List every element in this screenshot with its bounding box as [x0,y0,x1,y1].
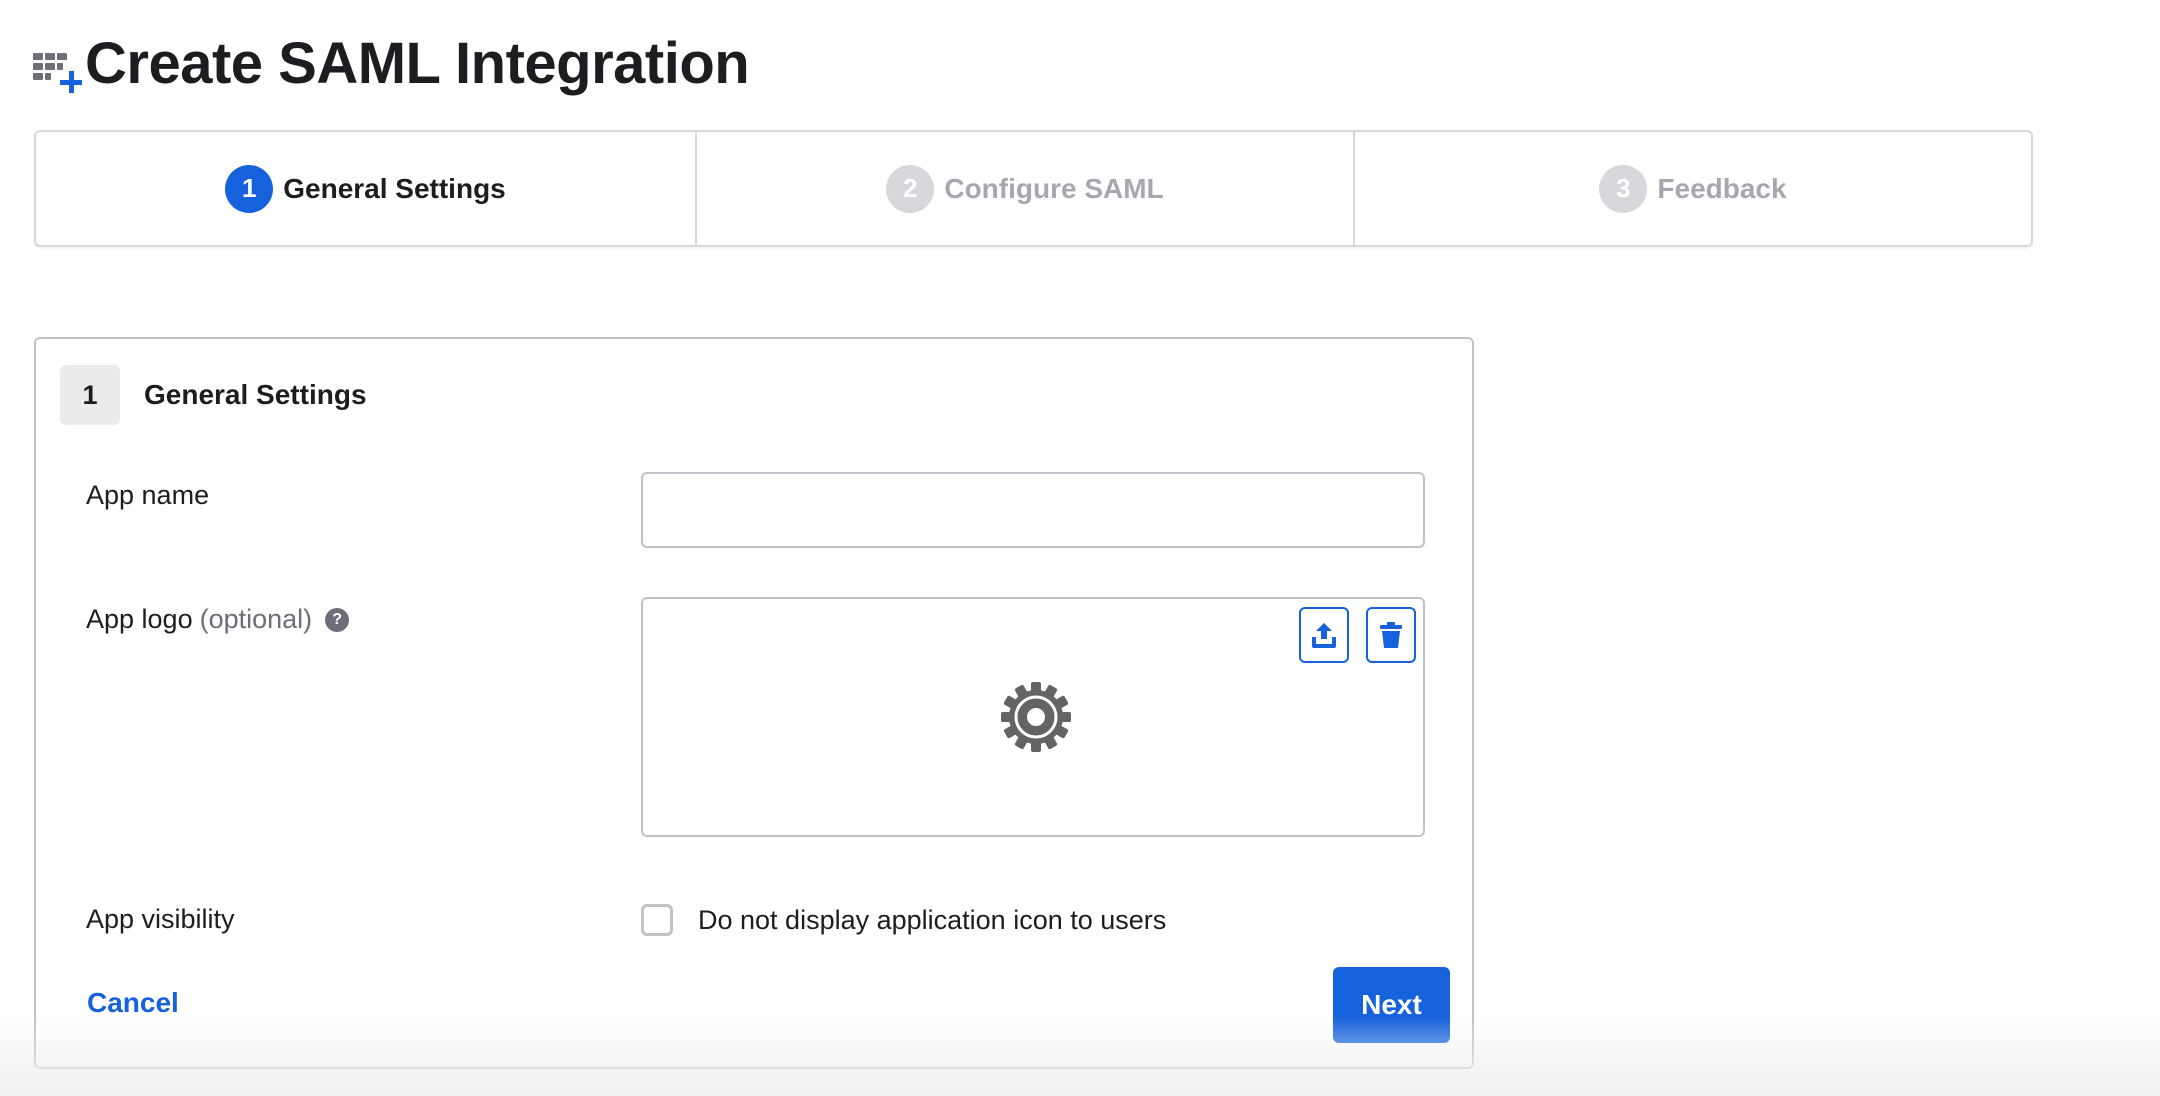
hide-icon-checkbox-label[interactable]: Do not display application icon to users [698,905,1166,936]
app-logo-dropzone[interactable] [641,597,1425,837]
wizard-stepper: 1 General Settings 2 Configure SAML 3 Fe… [34,130,2033,247]
cancel-button[interactable]: Cancel [87,987,179,1019]
optional-tag: (optional) [199,604,313,634]
step-number: 1 [225,164,274,213]
app-visibility-label-text: App visibility [86,904,235,934]
step-feedback: 3 Feedback [1353,132,2031,245]
section-number: 1 [60,365,120,425]
page-header: Create SAML Integration [33,28,750,98]
step-label: Feedback [1657,172,1787,204]
general-settings-card: 1 General Settings App name App logo (op… [34,337,1474,1069]
app-logo-label: App logo (optional) ? [86,604,350,635]
app-logo-label-text: App logo [86,604,193,634]
app-name-label: App name [86,480,209,511]
section-header: 1 General Settings [60,365,367,425]
hide-icon-option[interactable]: Do not display application icon to users [641,904,1166,936]
page-title: Create SAML Integration [85,30,750,96]
step-label: Configure SAML [944,172,1164,204]
app-visibility-label: App visibility [86,904,235,935]
next-button[interactable]: Next [1333,967,1450,1043]
gear-icon [1001,682,1071,752]
app-grid-plus-icon [33,38,83,93]
section-title: General Settings [144,379,367,410]
app-name-input[interactable] [641,472,1425,548]
step-configure-saml: 2 Configure SAML [695,132,1353,245]
upload-logo-button[interactable] [1299,607,1349,663]
upload-icon [1312,623,1336,648]
step-number: 2 [886,164,935,213]
help-icon[interactable]: ? [325,607,350,632]
step-label: General Settings [283,172,506,204]
step-general-settings[interactable]: 1 General Settings [36,132,695,245]
step-number: 3 [1599,164,1648,213]
trash-icon [1380,622,1402,648]
delete-logo-button[interactable] [1366,607,1416,663]
hide-icon-checkbox[interactable] [641,904,673,936]
app-name-label-text: App name [86,480,210,510]
